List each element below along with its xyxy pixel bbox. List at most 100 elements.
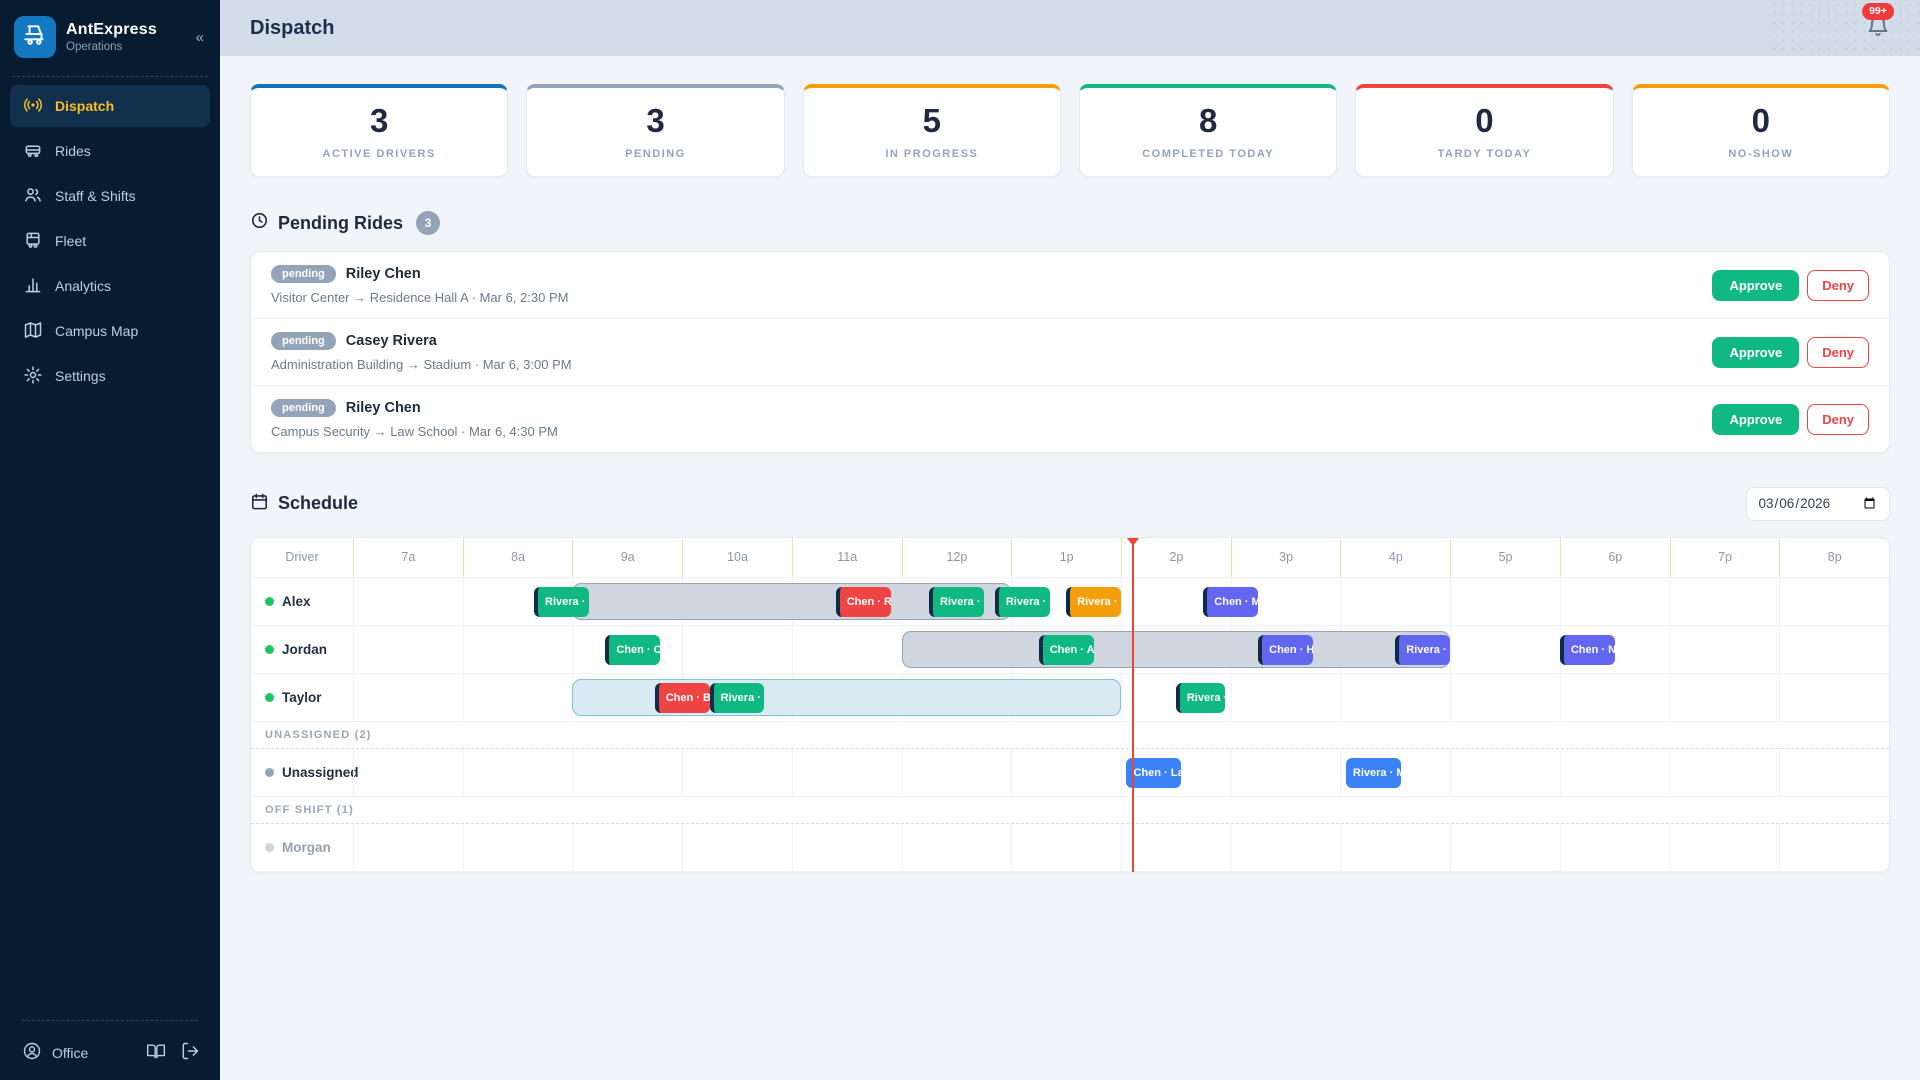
sidebar: AntExpress Operations « Dispatch RidesSta… [0,0,220,1080]
logout-button[interactable] [178,1039,202,1066]
time-column-header: 8p [1779,538,1889,577]
handbook-button[interactable] [144,1039,168,1066]
clock-icon [250,211,269,235]
top-header: Dispatch 99+ [220,0,1920,56]
stat-label: NO-SHOW [1641,148,1881,160]
brand-subtitle: Operations [66,41,182,53]
content-scroll-area[interactable]: 3 ACTIVE DRIVERS 3PENDING5IN PROGRESS8COMP… [220,56,1920,1080]
sidebar-item-dispatch[interactable]: Dispatch [10,85,210,127]
ride-block[interactable]: Rivera · P [534,587,589,617]
shift-band[interactable] [902,631,1451,668]
ride-block[interactable]: Rivera · S [710,683,765,713]
sidebar-item-fleet[interactable]: Fleet [10,220,210,262]
sidebar-item-label: Analytics [55,278,111,294]
driver-status-dot [265,843,274,852]
stat-label: ACTIVE DRIVERS [259,148,499,160]
ride-block[interactable]: Chen · La [1126,758,1181,788]
ride-block[interactable]: Chen · N [1560,635,1615,665]
brand-name: AntExpress [66,21,182,39]
ride-block[interactable]: Rivera · S [1066,587,1121,617]
time-column-header: 11a [792,538,902,577]
ride-block[interactable]: Chen · R [836,587,891,617]
pending-rides-list: pendingRiley ChenVisitor Center → Reside… [250,251,1890,453]
schedule-lane: Rivera · P Chen · R Rivera · P Rivera · S Ri… [353,578,1889,625]
ride-block[interactable]: Chen · H [1258,635,1313,665]
schedule-lane [353,824,1889,871]
sidebar-item-label: Settings [55,368,106,384]
stat-card: 0 TARDY TODAY [1355,84,1613,177]
ride-block[interactable]: Chen · A [1039,635,1094,665]
schedule-driver-row: AlexRivera · PChen · RRivera · PRivera ·… [251,578,1889,626]
map-icon [23,320,43,343]
ride-details: Campus Security → Law School · Mar 6, 4:… [271,424,1712,439]
ride-block[interactable]: Chen · C [605,635,660,665]
pending-status-badge: pending [271,265,336,283]
notification-count-badge: 99+ [1862,3,1894,20]
pending-status-badge: pending [271,399,336,417]
driver-name-cell: Taylor [251,674,353,721]
ride-details: Administration Building → Stadium · Mar … [271,357,1712,372]
schedule-group-header: OFF SHIFT (1) [251,797,1889,824]
deny-button[interactable]: Deny [1807,404,1869,435]
sidebar-item-campus-map[interactable]: Campus Map [10,310,210,352]
rider-name: Riley Chen [346,266,421,282]
time-column-header: 5p [1450,538,1560,577]
schedule-header-row: Driver7a8a9a10a11a12p1p2p3p4p5p6p7p8p [251,538,1889,578]
ride-block[interactable]: Chen · M [1203,587,1258,617]
sidebar-nav: Dispatch RidesStaff & ShiftsFleet Analytic… [0,85,220,1016]
time-column-header: 12p [902,538,1012,577]
schedule-lane: Chen · BRivera · S Rivera · A [353,674,1889,721]
footer-office-label: Office [52,1045,88,1061]
approve-button[interactable]: Approve [1712,337,1799,368]
driver-name-cell: Jordan [251,626,353,673]
sidebar-item-staff-shifts[interactable]: Staff & Shifts [10,175,210,217]
stat-value: 0 [1641,102,1881,140]
sidebar-collapse-button[interactable]: « [192,25,208,50]
ride-block[interactable]: Rivera · S [995,587,1050,617]
brand-logo [14,16,56,58]
deny-button[interactable]: Deny [1807,337,1869,368]
ride-block[interactable]: Rivera · N [1395,635,1450,665]
schedule-lane: Chen · C Chen · A Chen · H Rivera · N Chen ·… [353,626,1889,673]
logout-icon [180,1041,200,1064]
ride-block[interactable]: Rivera · M [1346,758,1401,788]
ride-block[interactable]: Rivera · A [1176,683,1225,713]
ride-block[interactable]: Chen · B [655,683,710,713]
stat-value: 3 [535,102,775,140]
approve-button[interactable]: Approve [1712,270,1799,301]
schedule-driver-row: Morgan [251,824,1889,872]
sidebar-item-settings[interactable]: Settings [10,355,210,397]
time-column-header: 8a [463,538,573,577]
driver-name-cell: Alex [251,578,353,625]
ride-block[interactable]: Rivera · P [929,587,984,617]
stat-card: 3PENDING [526,84,784,177]
time-column-header: 4p [1340,538,1450,577]
book-icon [146,1041,166,1064]
pending-ride-row: pendingCasey RiveraAdministration Buildi… [251,318,1889,385]
schedule-date-input[interactable] [1746,487,1891,521]
schedule-title: Schedule [278,493,358,514]
stat-card: 5IN PROGRESS [803,84,1061,177]
ride-info: pendingRiley ChenCampus Security → Law S… [271,399,1712,439]
stat-label: TARDY TODAY [1364,148,1604,160]
ride-info: pendingCasey RiveraAdministration Buildi… [271,332,1712,372]
stat-value: 3 [259,102,499,140]
app-window: AntExpress Operations « Dispatch RidesSta… [0,0,1920,1080]
sidebar-item-label: Dispatch [55,98,114,114]
sidebar-item-rides[interactable]: Rides [10,130,210,172]
time-column-header: 9a [572,538,682,577]
stat-value: 0 [1364,102,1604,140]
sidebar-item-analytics[interactable]: Analytics [10,265,210,307]
approve-button[interactable]: Approve [1712,404,1799,435]
stat-card: 8COMPLETED TODAY [1079,84,1337,177]
stat-card: 3 ACTIVE DRIVERS [250,84,508,177]
time-column-header: 10a [682,538,792,577]
notifications-button[interactable]: 99+ [1866,14,1890,43]
schedule-card: Driver7a8a9a10a11a12p1p2p3p4p5p6p7p8pAle… [250,537,1890,873]
time-column-header: 1p [1011,538,1121,577]
deny-button[interactable]: Deny [1807,270,1869,301]
time-column-header: 7a [353,538,463,577]
pending-count-badge: 3 [416,211,440,235]
time-column-header: 6p [1560,538,1670,577]
sidebar-divider [12,76,208,77]
